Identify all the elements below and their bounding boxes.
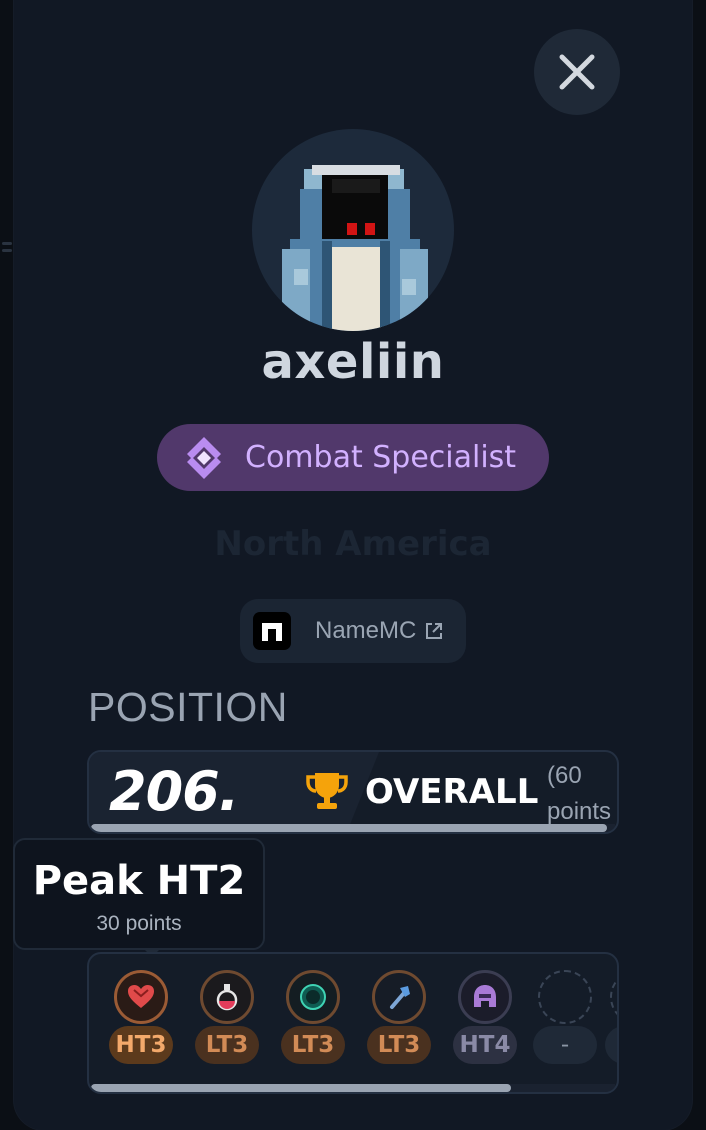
avatar: [252, 129, 454, 331]
tier-label: LT3: [367, 1026, 431, 1064]
tooltip-subtitle: 30 points: [96, 912, 182, 935]
tier-pill-overflow: [605, 1026, 617, 1064]
heart-icon: [114, 970, 168, 1024]
ender-pearl-icon: [286, 970, 340, 1024]
tier-label: LT3: [281, 1026, 345, 1064]
position-card: 206. OVERALL (60 points: [87, 750, 619, 834]
potion-icon: [200, 970, 254, 1024]
peak-tier-tooltip: Peak HT2 30 points: [13, 838, 265, 957]
overall-label: OVERALL: [365, 772, 539, 812]
region-label: North America: [214, 524, 492, 564]
close-button[interactable]: [534, 29, 620, 115]
axe-icon: [372, 970, 426, 1024]
tier-item[interactable]: LT3: [281, 970, 347, 1070]
namemc-label: NameMC: [315, 617, 417, 644]
position-scrollbar-thumb[interactable]: [91, 824, 607, 832]
tier-item[interactable]: LT3: [195, 970, 261, 1070]
player-skin-render: [282, 165, 428, 331]
tiers-card: HT3 LT3 LT3 LT3 HT4 -: [87, 952, 619, 1094]
external-link-icon: [426, 623, 443, 639]
position-scrollbar[interactable]: [91, 824, 615, 832]
tier-item[interactable]: HT3: [109, 970, 175, 1070]
tier-label: HT4: [453, 1026, 517, 1064]
empty-slot-icon: [538, 970, 592, 1024]
tooltip-title: Peak HT2: [32, 858, 246, 904]
badge-label: Combat Specialist: [245, 440, 517, 475]
helmet-icon: [458, 970, 512, 1024]
empty-slot-icon: [610, 970, 617, 1024]
backdrop-edge: [0, 240, 12, 254]
position-heading: POSITION: [88, 684, 288, 730]
close-icon: [559, 54, 595, 90]
tier-item[interactable]: HT4: [453, 970, 519, 1070]
username: axeliin: [261, 334, 445, 390]
overall-points: (60 points: [547, 762, 612, 825]
tiers-scrollbar[interactable]: [91, 1084, 615, 1092]
tier-label: LT3: [195, 1026, 259, 1064]
trophy-icon: [306, 773, 348, 809]
namemc-logo-icon: [253, 612, 291, 650]
tier-label: -: [533, 1026, 597, 1064]
title-badge: Combat Specialist: [157, 424, 549, 491]
tiers-scrollbar-thumb[interactable]: [91, 1084, 511, 1092]
tier-item[interactable]: LT3: [367, 970, 433, 1070]
tier-item[interactable]: -: [533, 970, 599, 1070]
diamond-rank-icon: [187, 436, 221, 479]
rank-number: 206.: [109, 760, 239, 823]
tier-label: HT3: [109, 1026, 173, 1064]
namemc-link-button[interactable]: NameMC: [240, 599, 466, 663]
tier-item-overflow: [605, 970, 617, 1070]
